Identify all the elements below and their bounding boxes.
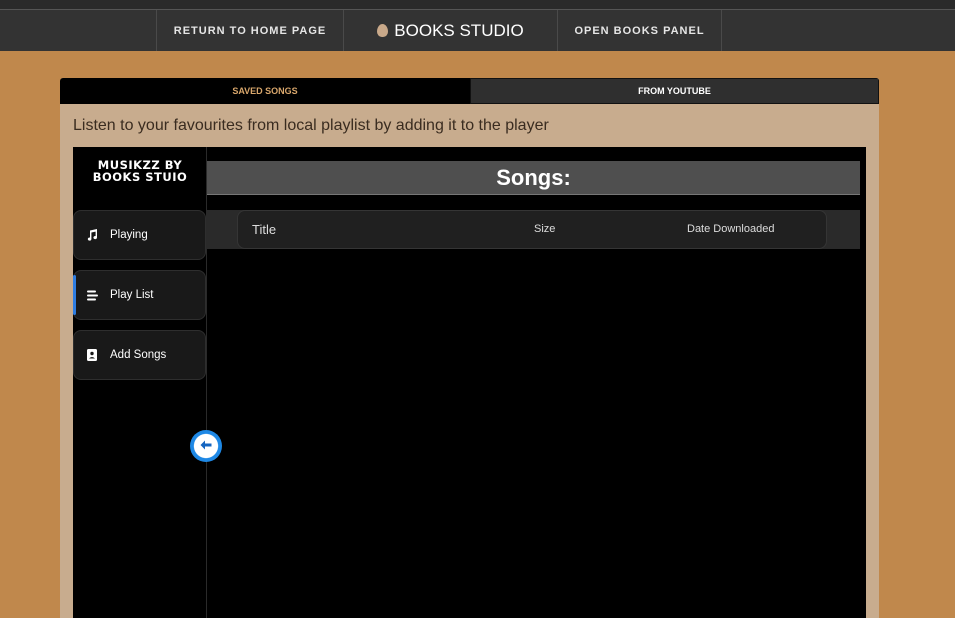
music-panel: SAVED SONGS FROM YOUTUBE Listen to your … (60, 78, 879, 618)
return-home-label: RETURN TO HOME PAGE (173, 24, 327, 37)
column-date-downloaded: Date Downloaded (687, 223, 775, 235)
column-title: Title (252, 222, 277, 237)
open-books-panel-link[interactable]: OPEN BOOKS PANEL (557, 10, 722, 51)
brand-name: BOOKS STUDIO (394, 20, 524, 40)
source-tabs: SAVED SONGS FROM YOUTUBE (60, 78, 879, 104)
brand-logo[interactable]: BOOKS STUDIO (343, 10, 557, 51)
songs-table-header-row: Title Size Date Downloaded (237, 210, 827, 249)
sidebar-item-label: Add Songs (110, 349, 167, 361)
brand-drop-icon (377, 24, 389, 37)
logo-line-2: BOOKS STUIO (92, 170, 188, 184)
music-note-icon (74, 229, 110, 241)
tab-from-youtube[interactable]: FROM YOUTUBE (470, 78, 879, 104)
sidebar-item-play-list[interactable]: Play List (73, 270, 206, 320)
sidebar-item-label: Play List (110, 289, 154, 301)
sidebar-item-label: Playing (110, 229, 148, 241)
sidebar-item-add-songs[interactable]: Add Songs (73, 330, 206, 380)
songs-table-header: Title Size Date Downloaded (207, 210, 860, 249)
top-nav-bar: RETURN TO HOME PAGE BOOKS STUDIO OPEN BO… (0, 0, 955, 51)
player-logo: MUSIKZZ BY BOOKS STUIO (73, 159, 207, 183)
return-home-link[interactable]: RETURN TO HOME PAGE (156, 10, 343, 51)
music-player: MUSIKZZ BY BOOKS STUIO Playing Play List (73, 147, 866, 618)
tab-saved-songs[interactable]: SAVED SONGS (60, 78, 470, 104)
top-strip (0, 0, 955, 10)
sidebar-item-playing[interactable]: Playing (73, 210, 206, 260)
collapse-sidebar-button[interactable] (190, 430, 222, 462)
contact-book-icon (74, 349, 110, 361)
arrow-left-icon (200, 437, 212, 455)
songs-header: Songs: (207, 161, 860, 195)
list-icon (74, 290, 110, 301)
tab-saved-songs-label: SAVED SONGS (232, 86, 298, 96)
open-books-panel-label: OPEN BOOKS PANEL (574, 24, 705, 37)
column-size: Size (534, 223, 556, 235)
intro-text: Listen to your favourites from local pla… (73, 117, 549, 134)
tab-from-youtube-label: FROM YOUTUBE (638, 86, 711, 96)
player-sidebar: MUSIKZZ BY BOOKS STUIO Playing Play List (73, 147, 207, 618)
songs-title: Songs: (496, 164, 571, 190)
